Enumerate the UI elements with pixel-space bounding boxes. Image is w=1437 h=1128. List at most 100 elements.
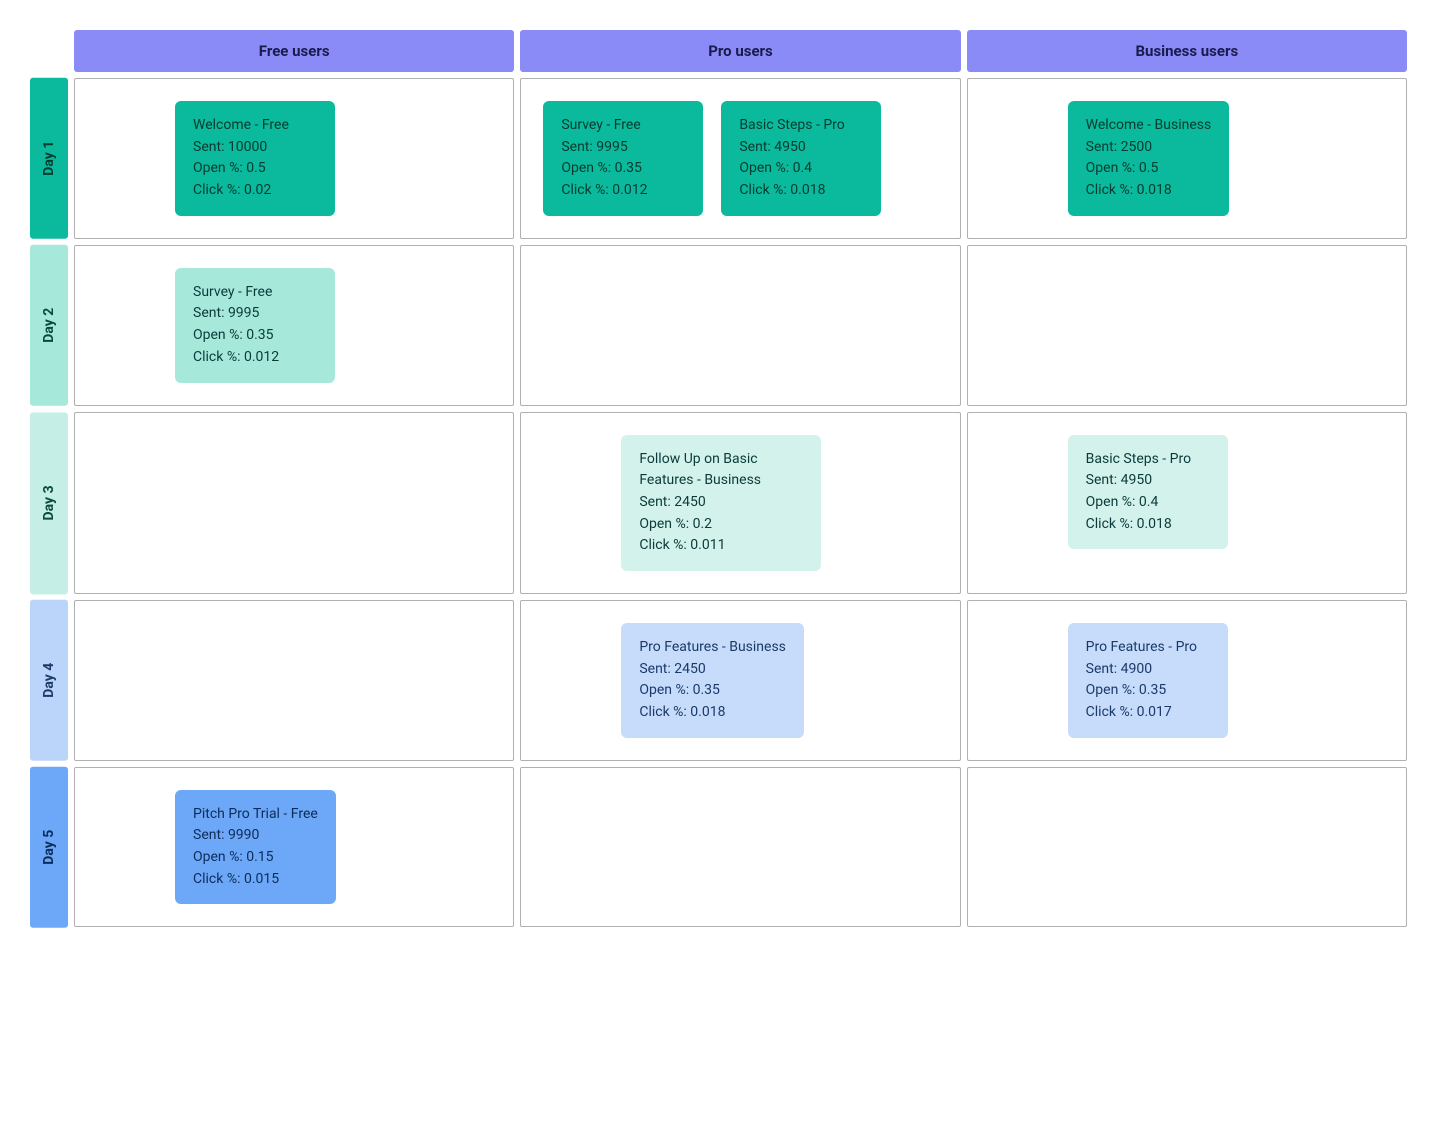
campaign-card[interactable]: Pro Features - ProSent: 4900Open %: 0.35… — [1068, 623, 1228, 738]
card-sent-value: 9995 — [228, 305, 259, 321]
card-sent-value: 2450 — [674, 494, 705, 510]
card-click: Click %: 0.017 — [1086, 702, 1210, 724]
card-open: Open %: 0.2 — [639, 514, 803, 536]
card-click: Click %: 0.012 — [193, 347, 317, 369]
grid-cell: Welcome - BusinessSent: 2500Open %: 0.5C… — [967, 78, 1407, 239]
card-sent: Sent: 4900 — [1086, 659, 1210, 681]
card-click-value: 0.012 — [244, 349, 279, 365]
card-sent: Sent: 4950 — [739, 137, 863, 159]
card-open-value: 0.5 — [246, 160, 265, 176]
card-sent-label: Sent — [1086, 661, 1114, 677]
card-open-value: 0.2 — [693, 516, 712, 532]
card-click-value: 0.02 — [244, 182, 271, 198]
card-title: Welcome - Free — [193, 115, 317, 137]
card-open-label: Open % — [1086, 682, 1132, 698]
card-sent-label: Sent — [193, 139, 221, 155]
card-open: Open %: 0.15 — [193, 847, 318, 869]
campaign-card[interactable]: Welcome - BusinessSent: 2500Open %: 0.5C… — [1068, 101, 1230, 216]
card-sent-label: Sent — [193, 305, 221, 321]
card-sent-value: 9995 — [596, 139, 627, 155]
card-title: Pro Features - Pro — [1086, 637, 1210, 659]
card-open-value: 0.35 — [615, 160, 642, 176]
card-click-label: Click % — [193, 871, 237, 887]
card-open-label: Open % — [193, 327, 239, 343]
card-click-value: 0.018 — [790, 182, 825, 198]
campaign-card[interactable]: Basic Steps - ProSent: 4950Open %: 0.4Cl… — [721, 101, 881, 216]
card-sent: Sent: 2450 — [639, 492, 803, 514]
card-sent-value: 10000 — [228, 139, 267, 155]
card-click: Click %: 0.02 — [193, 180, 317, 202]
card-click-value: 0.018 — [1137, 182, 1172, 198]
grid-cell — [520, 245, 960, 406]
corner-cell — [30, 30, 68, 72]
card-sent: Sent: 2500 — [1086, 137, 1212, 159]
card-click-value: 0.017 — [1137, 704, 1172, 720]
card-open-label: Open % — [193, 849, 239, 865]
card-sent: Sent: 10000 — [193, 137, 317, 159]
card-sent-value: 2450 — [674, 661, 705, 677]
grid-cell — [74, 600, 514, 761]
campaign-card[interactable]: Survey - FreeSent: 9995Open %: 0.35Click… — [175, 268, 335, 383]
card-title: Survey - Free — [193, 282, 317, 304]
card-sent-label: Sent — [193, 827, 221, 843]
card-sent-label: Sent — [639, 661, 667, 677]
card-click-label: Click % — [639, 537, 683, 553]
campaign-card[interactable]: Survey - FreeSent: 9995Open %: 0.35Click… — [543, 101, 703, 216]
card-open: Open %: 0.4 — [739, 158, 863, 180]
card-title: Basic Steps - Pro — [1086, 449, 1210, 471]
card-click-label: Click % — [193, 182, 237, 198]
card-sent-label: Sent — [739, 139, 767, 155]
column-header: Business users — [967, 30, 1407, 72]
card-open-value: 0.35 — [693, 682, 720, 698]
card-open-value: 0.5 — [1139, 160, 1158, 176]
campaign-grid: Free usersPro usersBusiness usersDay 1We… — [30, 30, 1407, 927]
row-header-day4: Day 4 — [30, 600, 68, 761]
card-sent-value: 2500 — [1121, 139, 1152, 155]
card-open: Open %: 0.35 — [1086, 680, 1210, 702]
card-sent-value: 9990 — [228, 827, 259, 843]
card-sent: Sent: 9995 — [561, 137, 685, 159]
campaign-card[interactable]: Basic Steps - ProSent: 4950Open %: 0.4Cl… — [1068, 435, 1228, 550]
card-click-label: Click % — [639, 704, 683, 720]
grid-cell: Follow Up on Basic Features - BusinessSe… — [520, 412, 960, 594]
card-open: Open %: 0.4 — [1086, 492, 1210, 514]
campaign-card[interactable]: Follow Up on Basic Features - BusinessSe… — [621, 435, 821, 571]
card-click: Click %: 0.015 — [193, 869, 318, 891]
grid-cell — [520, 767, 960, 928]
card-sent-value: 4900 — [1121, 661, 1152, 677]
grid-cell: Pro Features - BusinessSent: 2450Open %:… — [520, 600, 960, 761]
card-click: Click %: 0.018 — [1086, 514, 1210, 536]
card-open: Open %: 0.5 — [193, 158, 317, 180]
card-title: Welcome - Business — [1086, 115, 1212, 137]
card-sent: Sent: 4950 — [1086, 470, 1210, 492]
grid-cell: Basic Steps - ProSent: 4950Open %: 0.4Cl… — [967, 412, 1407, 594]
campaign-card[interactable]: Pitch Pro Trial - FreeSent: 9990Open %: … — [175, 790, 336, 905]
card-open: Open %: 0.35 — [561, 158, 685, 180]
card-click-label: Click % — [193, 349, 237, 365]
card-open-label: Open % — [639, 516, 685, 532]
card-click-label: Click % — [1086, 182, 1130, 198]
grid-cell: Survey - FreeSent: 9995Open %: 0.35Click… — [520, 78, 960, 239]
card-click: Click %: 0.018 — [739, 180, 863, 202]
card-title: Follow Up on Basic Features - Business — [639, 449, 803, 492]
card-open-label: Open % — [1086, 160, 1132, 176]
card-open-value: 0.35 — [1139, 682, 1166, 698]
campaign-card[interactable]: Welcome - FreeSent: 10000Open %: 0.5Clic… — [175, 101, 335, 216]
card-open-value: 0.4 — [1139, 494, 1158, 510]
grid-cell — [74, 412, 514, 594]
card-open-label: Open % — [561, 160, 607, 176]
card-sent-label: Sent — [561, 139, 589, 155]
card-open-label: Open % — [1086, 494, 1132, 510]
campaign-card[interactable]: Pro Features - BusinessSent: 2450Open %:… — [621, 623, 804, 738]
card-click-value: 0.015 — [244, 871, 279, 887]
grid-cell: Pro Features - ProSent: 4900Open %: 0.35… — [967, 600, 1407, 761]
card-click-label: Click % — [561, 182, 605, 198]
card-click: Click %: 0.011 — [639, 535, 803, 557]
card-open-value: 0.4 — [793, 160, 812, 176]
card-open-label: Open % — [193, 160, 239, 176]
card-click-value: 0.018 — [1137, 516, 1172, 532]
grid-cell — [967, 767, 1407, 928]
card-click: Click %: 0.012 — [561, 180, 685, 202]
card-click-value: 0.012 — [612, 182, 647, 198]
card-open: Open %: 0.35 — [639, 680, 786, 702]
